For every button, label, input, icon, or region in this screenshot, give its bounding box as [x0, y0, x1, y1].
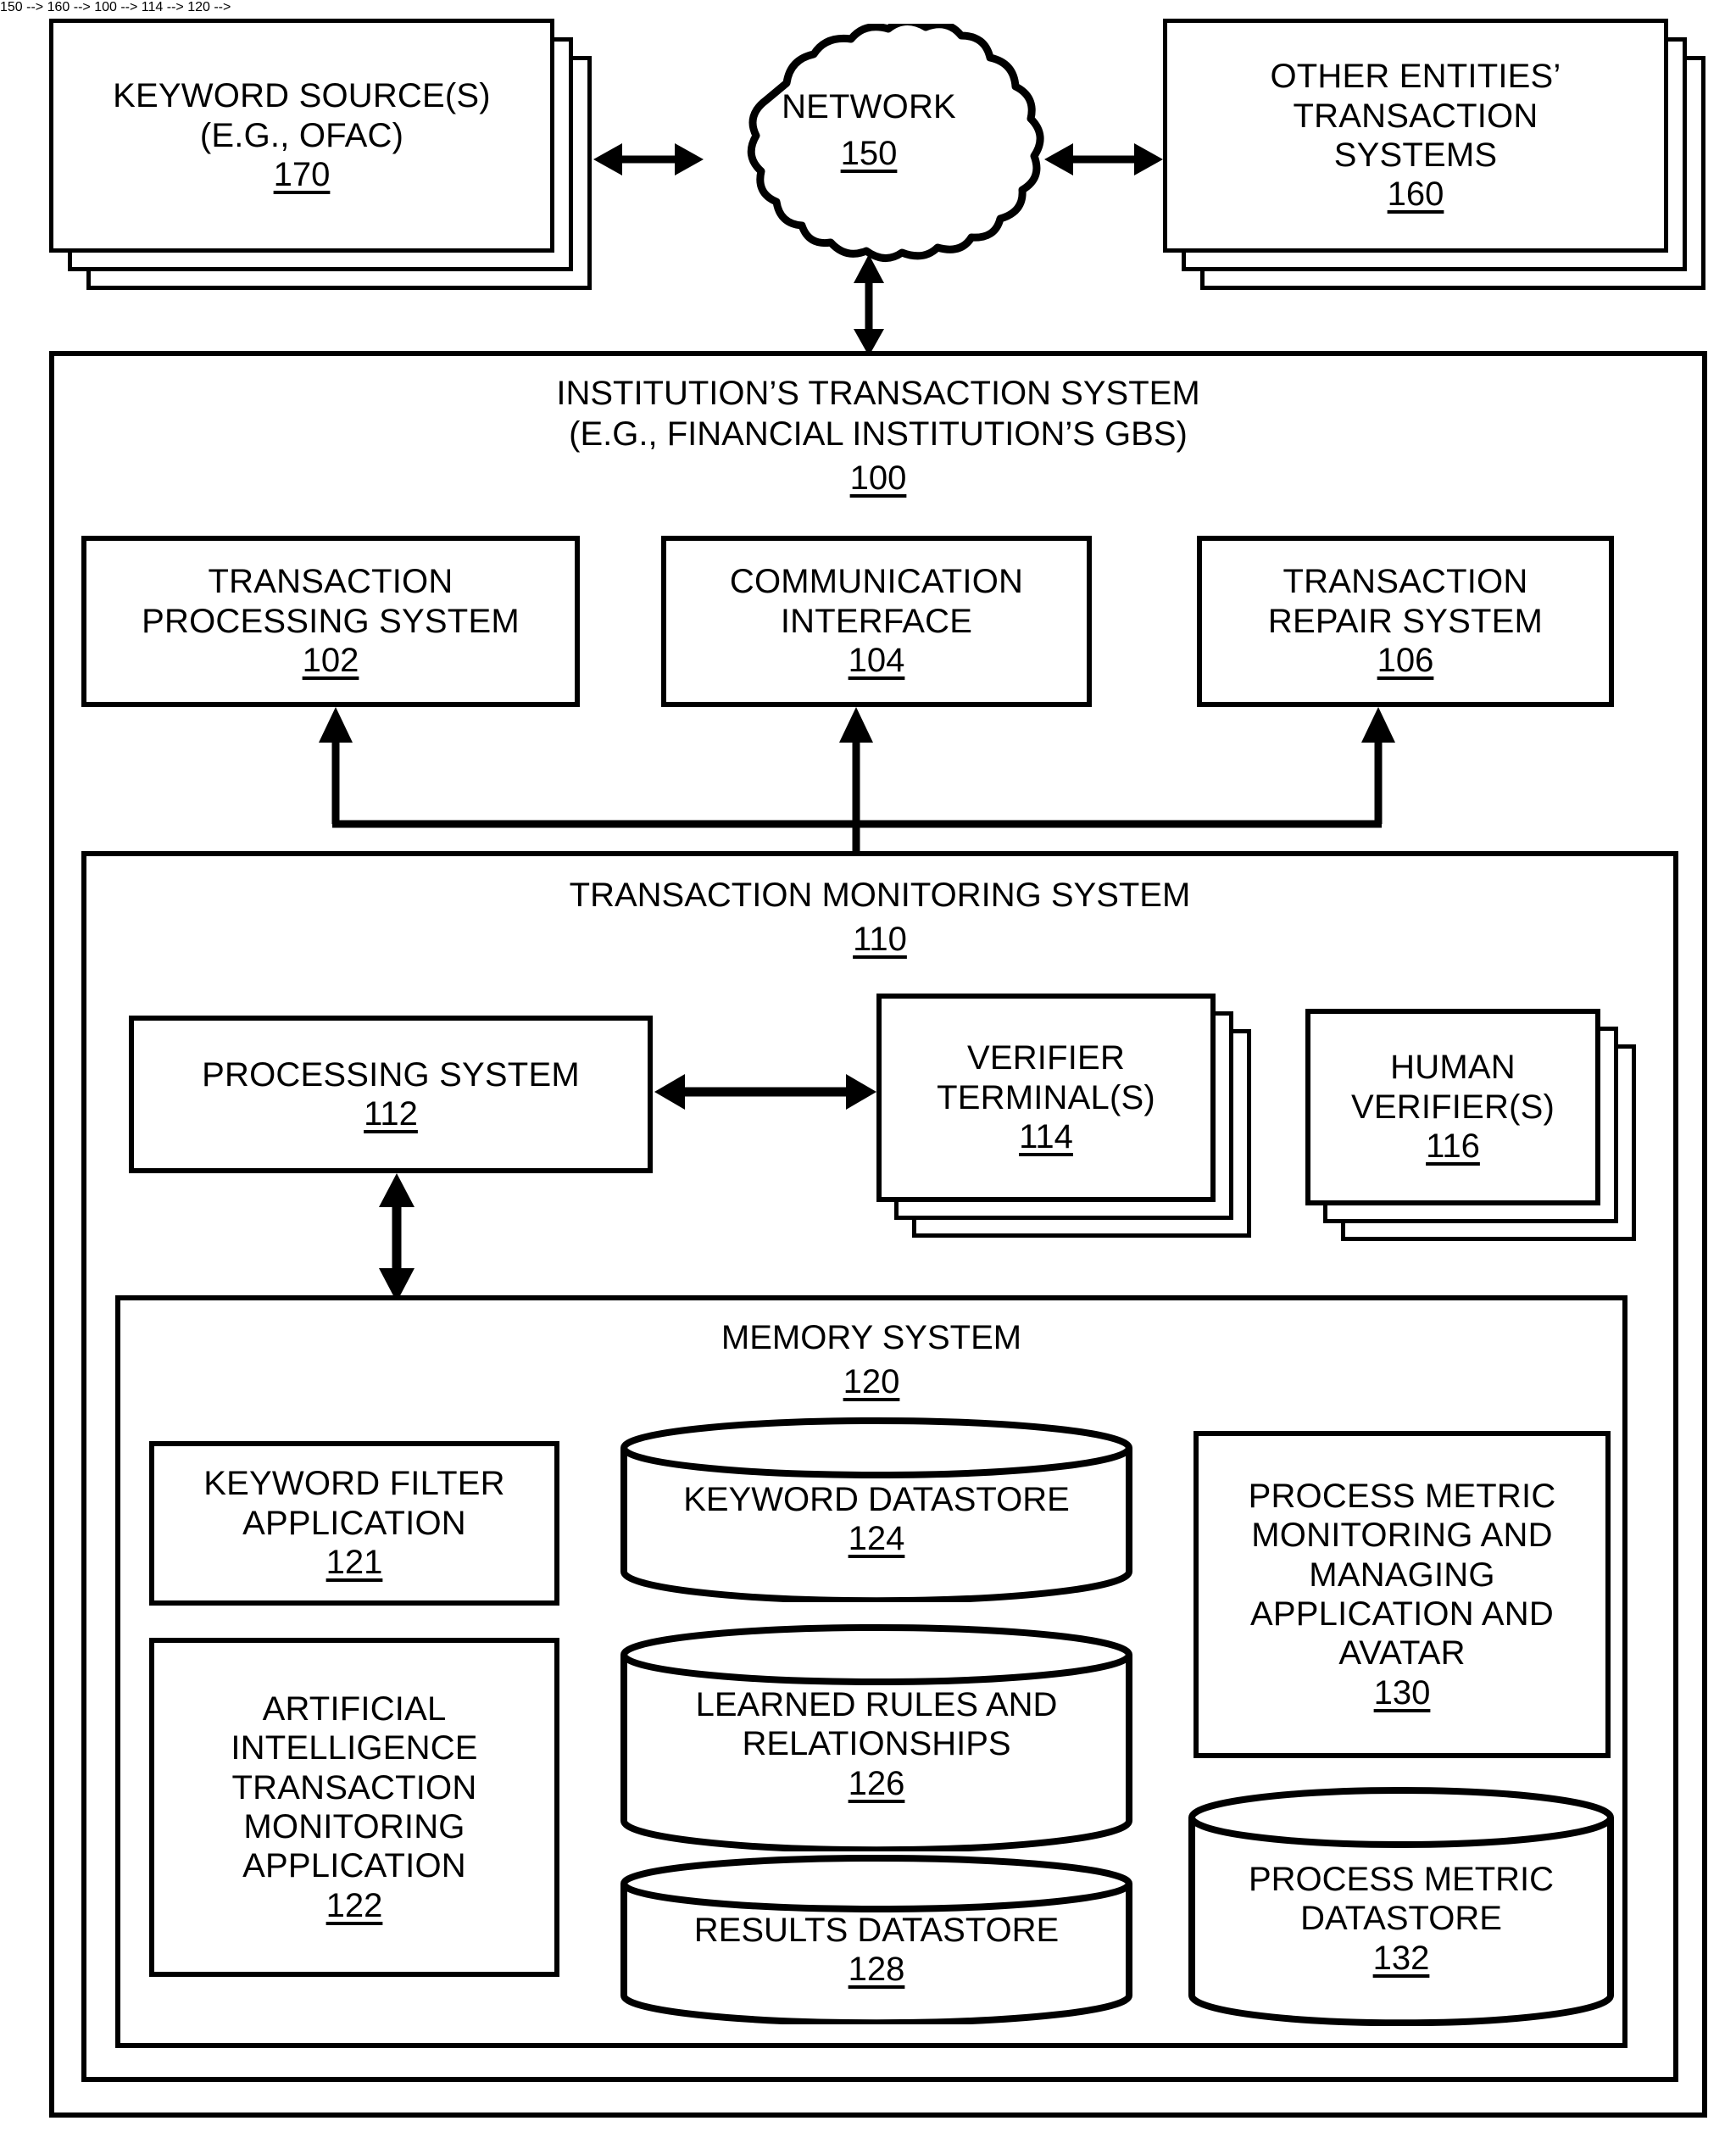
- keyword-filter-application-box[interactable]: KEYWORD FILTER APPLICATION 121: [149, 1441, 559, 1606]
- transaction-processing-ref: 102: [302, 642, 359, 680]
- keyword-filter-ref: 121: [326, 1544, 383, 1582]
- transaction-monitoring-ref: 110: [853, 921, 907, 958]
- human-verifiers-ref: 116: [1426, 1127, 1480, 1166]
- process-metric-application-box[interactable]: PROCESS METRIC MONITORING AND MANAGING A…: [1194, 1431, 1611, 1758]
- figure-canvas: KEYWORD SOURCE(S) (E.G., OFAC) 170 150 -…: [0, 0, 1736, 2132]
- other-entities-line-1: OTHER ENTITIES’: [1270, 58, 1561, 96]
- process-metric-app-line-1: PROCESS METRIC: [1248, 1477, 1556, 1515]
- verifier-terminals-box[interactable]: VERIFIER TERMINAL(S) 114: [876, 994, 1216, 1202]
- processing-system-ref: 112: [364, 1095, 418, 1133]
- transaction-repair-system-box[interactable]: TRANSACTION REPAIR SYSTEM 106: [1197, 536, 1614, 707]
- ai-app-line-3: TRANSACTION: [231, 1768, 477, 1806]
- network-label-wrap: NETWORK 150: [678, 88, 1060, 173]
- communication-interface-ref: 104: [848, 642, 905, 680]
- institution-system-line-2: (E.G., FINANCIAL INSTITUTION’S GBS): [569, 415, 1188, 453]
- transaction-processing-line-1: TRANSACTION: [208, 563, 453, 601]
- transaction-repair-ref: 106: [1377, 642, 1434, 680]
- human-verifiers-node: HUMAN VERIFIER(S) 116: [1305, 1009, 1695, 1272]
- keyword-datastore-text: KEYWORD DATASTORE 124: [619, 1480, 1134, 1559]
- arrow-network-to-institution-system: [843, 254, 894, 356]
- learned-rules-datastore-cylinder[interactable]: LEARNED RULES AND RELATIONSHIPS 126: [619, 1624, 1134, 1851]
- other-entities-node: OTHER ENTITIES’ TRANSACTION SYSTEMS 160: [1163, 19, 1705, 290]
- network-cloud-node[interactable]: NETWORK 150: [678, 18, 1060, 270]
- ai-app-line-2: INTELLIGENCE: [231, 1729, 478, 1767]
- memory-system-label: MEMORY SYSTEM: [721, 1319, 1022, 1356]
- keyword-sources-line-1: KEYWORD SOURCE(S): [113, 77, 491, 115]
- network-ref: 150: [840, 135, 898, 172]
- process-metric-app-ref: 130: [1373, 1673, 1431, 1712]
- keyword-filter-line-1: KEYWORD FILTER: [203, 1465, 505, 1503]
- learned-rules-line-2: RELATIONSHIPS: [742, 1725, 1011, 1763]
- verifier-terminals-node: VERIFIER TERMINAL(S) 114: [876, 994, 1292, 1256]
- keyword-filter-line-2: APPLICATION: [242, 1504, 466, 1542]
- keyword-sources-ref: 170: [273, 156, 331, 194]
- learned-rules-text: LEARNED RULES AND RELATIONSHIPS 126: [619, 1685, 1134, 1803]
- learned-rules-ref: 126: [848, 1764, 905, 1802]
- memory-system-label-block: MEMORY SYSTEM 120: [115, 1317, 1628, 1402]
- process-metric-datastore-line-2: DATASTORE: [1300, 1900, 1502, 1938]
- ai-transaction-monitoring-application-box[interactable]: ARTIFICIAL INTELLIGENCE TRANSACTION MONI…: [149, 1638, 559, 1977]
- ai-app-line-1: ARTIFICIAL: [262, 1689, 447, 1728]
- keyword-datastore-ref: 124: [848, 1520, 905, 1558]
- process-metric-datastore-line-1: PROCESS METRIC: [1248, 1861, 1555, 1898]
- results-datastore-cylinder[interactable]: RESULTS DATASTORE 128: [619, 1855, 1134, 2024]
- other-entities-box[interactable]: OTHER ENTITIES’ TRANSACTION SYSTEMS 160: [1163, 19, 1668, 253]
- keyword-datastore-cylinder[interactable]: KEYWORD DATASTORE 124: [619, 1417, 1134, 1602]
- verifier-terminals-line-1: VERIFIER: [966, 1039, 1126, 1077]
- arrow-processing-system-to-memory-system: [371, 1173, 422, 1302]
- human-verifiers-box[interactable]: HUMAN VERIFIER(S) 116: [1305, 1009, 1600, 1205]
- communication-interface-line-1: COMMUNICATION: [729, 563, 1024, 601]
- process-metric-app-line-5: AVATAR: [1338, 1634, 1466, 1673]
- transaction-processing-system-box[interactable]: TRANSACTION PROCESSING SYSTEM 102: [81, 536, 580, 707]
- results-datastore-text: RESULTS DATASTORE 128: [619, 1911, 1134, 1990]
- transaction-monitoring-label: TRANSACTION MONITORING SYSTEM: [569, 877, 1191, 914]
- keyword-sources-box[interactable]: KEYWORD SOURCE(S) (E.G., OFAC) 170: [49, 19, 554, 253]
- other-entities-line-3: SYSTEMS: [1333, 136, 1498, 174]
- process-metric-app-line-2: MONITORING AND: [1251, 1517, 1553, 1555]
- ai-app-ref: 122: [326, 1886, 383, 1924]
- arrow-network-to-other-entities: [1044, 134, 1163, 185]
- institution-system-ref: 100: [849, 459, 907, 497]
- human-verifiers-line-1: HUMAN: [1390, 1049, 1516, 1087]
- other-entities-line-2: TRANSACTION: [1293, 97, 1538, 135]
- process-metric-app-line-4: APPLICATION AND: [1250, 1595, 1554, 1633]
- network-label: NETWORK: [782, 88, 956, 125]
- keyword-datastore-label: KEYWORD DATASTORE: [683, 1481, 1070, 1518]
- other-entities-ref: 160: [1387, 175, 1444, 214]
- results-datastore-ref: 128: [848, 1951, 905, 1989]
- learned-rules-line-1: LEARNED RULES AND: [695, 1686, 1058, 1723]
- memory-system-ref: 120: [843, 1363, 900, 1400]
- process-metric-app-line-3: MANAGING: [1309, 1556, 1495, 1594]
- keyword-sources-line-2: (E.G., OFAC): [199, 116, 404, 154]
- transaction-repair-line-1: TRANSACTION: [1283, 563, 1528, 601]
- verifier-terminals-ref: 114: [1019, 1118, 1073, 1156]
- transaction-monitoring-label-block: TRANSACTION MONITORING SYSTEM 110: [81, 875, 1678, 960]
- transaction-processing-line-2: PROCESSING SYSTEM: [142, 602, 520, 640]
- process-metric-datastore-cylinder[interactable]: PROCESS METRIC DATASTORE 132: [1187, 1787, 1616, 2026]
- keyword-sources-node: KEYWORD SOURCE(S) (E.G., OFAC) 170: [49, 19, 592, 290]
- results-datastore-label: RESULTS DATASTORE: [693, 1912, 1060, 1949]
- verifier-terminals-line-2: TERMINAL(S): [937, 1078, 1155, 1116]
- ai-app-line-4: MONITORING: [243, 1808, 465, 1845]
- process-metric-datastore-ref: 132: [1372, 1939, 1430, 1977]
- institution-system-label-block: INSTITUTION’S TRANSACTION SYSTEM (E.G., …: [49, 373, 1707, 498]
- arrow-processing-system-to-verifier-terminals: [654, 1066, 876, 1117]
- process-metric-datastore-text: PROCESS METRIC DATASTORE 132: [1187, 1860, 1616, 1978]
- transaction-repair-line-2: REPAIR SYSTEM: [1267, 602, 1544, 640]
- communication-interface-line-2: INTERFACE: [780, 602, 973, 640]
- human-verifiers-line-2: VERIFIER(S): [1351, 1088, 1555, 1126]
- communication-interface-box[interactable]: COMMUNICATION INTERFACE 104: [661, 536, 1092, 707]
- processing-system-box[interactable]: PROCESSING SYSTEM 112: [129, 1016, 653, 1173]
- processing-system-label: PROCESSING SYSTEM: [202, 1055, 580, 1094]
- institution-system-line-1: INSTITUTION’S TRANSACTION SYSTEM: [556, 375, 1200, 412]
- ai-app-line-5: APPLICATION: [242, 1847, 466, 1885]
